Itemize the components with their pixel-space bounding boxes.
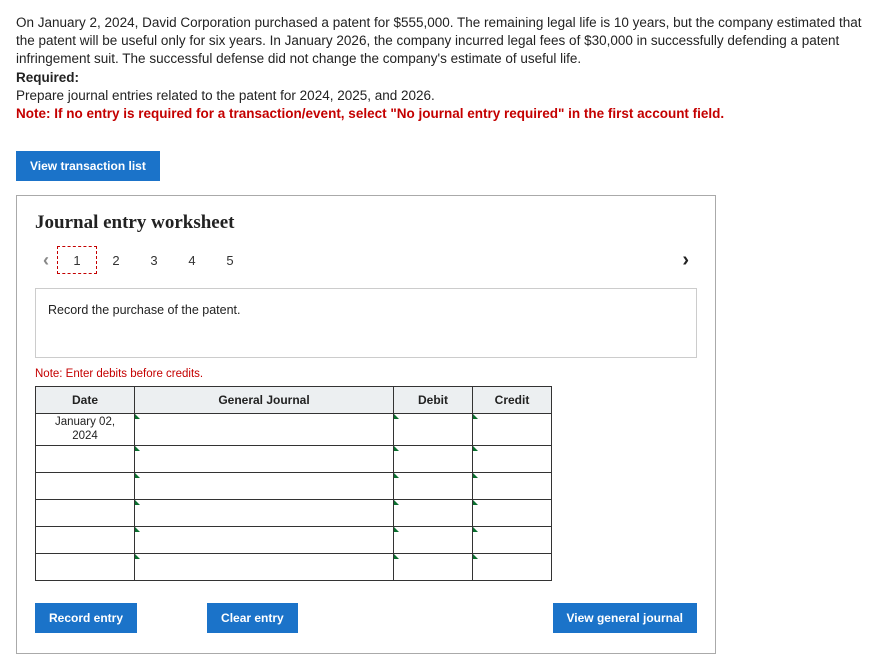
dropdown-indicator-icon: [394, 446, 399, 451]
dropdown-indicator-icon: [473, 500, 478, 505]
dropdown-indicator-icon: [135, 414, 140, 419]
dropdown-indicator-icon: [394, 527, 399, 532]
dropdown-indicator-icon: [135, 446, 140, 451]
tab-1[interactable]: 1: [57, 246, 97, 274]
problem-paragraph: On January 2, 2024, David Corporation pu…: [16, 15, 862, 66]
col-header-general-journal: General Journal: [135, 387, 394, 414]
view-transaction-list-button[interactable]: View transaction list: [16, 151, 160, 181]
dropdown-indicator-icon: [473, 527, 478, 532]
debit-cell[interactable]: [394, 472, 473, 499]
required-label: Required:: [16, 70, 79, 85]
debit-cell[interactable]: [394, 499, 473, 526]
chevron-right-icon[interactable]: ›: [674, 249, 697, 272]
date-cell[interactable]: [36, 445, 135, 472]
dropdown-indicator-icon: [135, 500, 140, 505]
date-cell[interactable]: January 02, 2024: [36, 414, 135, 445]
journal-entry-worksheet: Journal entry worksheet ‹ 1 2 3 4 5 › Re…: [16, 195, 716, 653]
journal-entry-table: Date General Journal Debit Credit Januar…: [35, 386, 552, 580]
tab-5[interactable]: 5: [211, 247, 249, 273]
credit-cell[interactable]: [473, 472, 552, 499]
tab-2[interactable]: 2: [97, 247, 135, 273]
table-row: [36, 526, 552, 553]
record-entry-button[interactable]: Record entry: [35, 603, 137, 633]
note-red: Note: If no entry is required for a tran…: [16, 106, 724, 121]
dropdown-indicator-icon: [473, 554, 478, 559]
dropdown-indicator-icon: [394, 500, 399, 505]
clear-entry-button[interactable]: Clear entry: [207, 603, 298, 633]
credit-cell[interactable]: [473, 499, 552, 526]
account-cell[interactable]: [135, 472, 394, 499]
date-cell[interactable]: [36, 553, 135, 580]
action-row: Record entry Clear entry View general jo…: [35, 603, 697, 633]
date-cell[interactable]: [36, 472, 135, 499]
debit-cell[interactable]: [394, 445, 473, 472]
table-row: [36, 553, 552, 580]
worksheet-title: Journal entry worksheet: [35, 212, 697, 234]
dropdown-indicator-icon: [473, 473, 478, 478]
dropdown-indicator-icon: [135, 554, 140, 559]
required-text: Prepare journal entries related to the p…: [16, 88, 435, 103]
table-row: [36, 472, 552, 499]
tab-row: ‹ 1 2 3 4 5 ›: [35, 246, 697, 274]
instruction-box: Record the purchase of the patent.: [35, 288, 697, 358]
problem-statement: On January 2, 2024, David Corporation pu…: [16, 14, 877, 123]
account-cell[interactable]: [135, 414, 394, 445]
credit-cell[interactable]: [473, 414, 552, 445]
debit-cell[interactable]: [394, 553, 473, 580]
dropdown-indicator-icon: [473, 446, 478, 451]
account-cell[interactable]: [135, 499, 394, 526]
note-enter-debits: Note: Enter debits before credits.: [35, 368, 697, 380]
date-cell[interactable]: [36, 526, 135, 553]
account-cell[interactable]: [135, 526, 394, 553]
col-header-date: Date: [36, 387, 135, 414]
account-cell[interactable]: [135, 445, 394, 472]
table-row: January 02, 2024: [36, 414, 552, 445]
col-header-credit: Credit: [473, 387, 552, 414]
table-row: [36, 499, 552, 526]
dropdown-indicator-icon: [135, 473, 140, 478]
credit-cell[interactable]: [473, 526, 552, 553]
tab-3[interactable]: 3: [135, 247, 173, 273]
chevron-left-icon[interactable]: ‹: [35, 250, 57, 271]
table-row: [36, 445, 552, 472]
credit-cell[interactable]: [473, 445, 552, 472]
credit-cell[interactable]: [473, 553, 552, 580]
dropdown-indicator-icon: [473, 414, 478, 419]
debit-cell[interactable]: [394, 526, 473, 553]
instruction-text: Record the purchase of the patent.: [48, 303, 241, 317]
col-header-debit: Debit: [394, 387, 473, 414]
tab-4[interactable]: 4: [173, 247, 211, 273]
debit-cell[interactable]: [394, 414, 473, 445]
dropdown-indicator-icon: [394, 414, 399, 419]
dropdown-indicator-icon: [394, 473, 399, 478]
date-cell[interactable]: [36, 499, 135, 526]
view-general-journal-button[interactable]: View general journal: [553, 603, 697, 633]
account-cell[interactable]: [135, 553, 394, 580]
dropdown-indicator-icon: [135, 527, 140, 532]
dropdown-indicator-icon: [394, 554, 399, 559]
